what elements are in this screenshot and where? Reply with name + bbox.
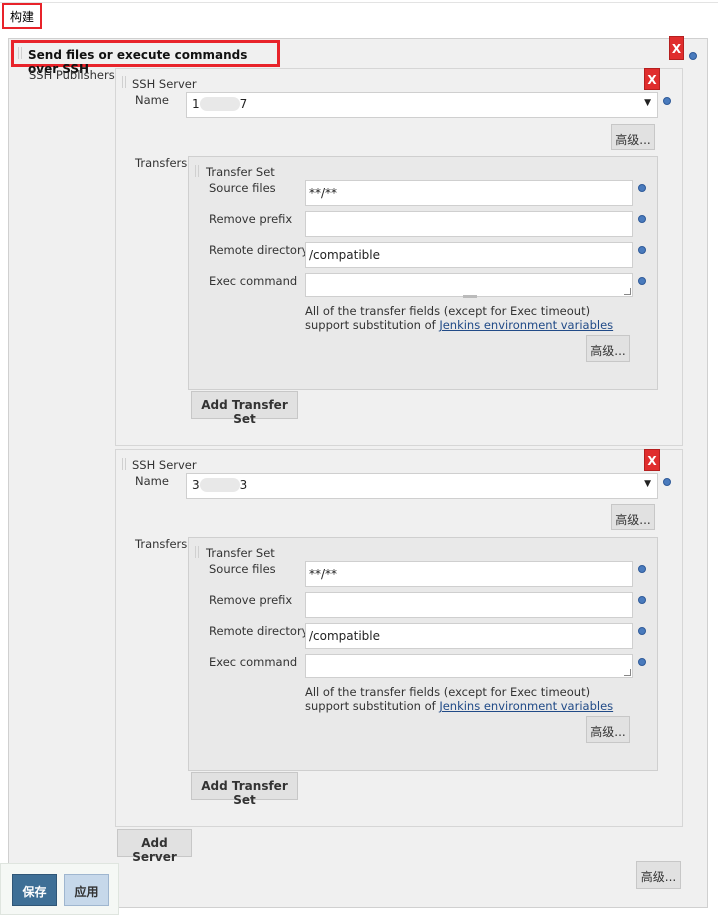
source-files-label: Source files: [209, 181, 276, 195]
add-transfer-set-button[interactable]: Add Transfer Set: [191, 772, 298, 807]
env-vars-hint: All of the transfer fields (except for E…: [305, 685, 635, 713]
ssh-publishers-label: SSH Publishers: [29, 68, 115, 82]
builder-title: Send files or execute commands over SSH: [11, 40, 280, 76]
server-name-value-prefix: 1: [192, 97, 200, 111]
server-name-label: Name: [135, 93, 169, 107]
server-name-value-suffix: 3: [239, 478, 248, 492]
drag-handle-icon[interactable]: [122, 76, 126, 88]
apply-button[interactable]: 应用: [64, 874, 109, 906]
exec-command-textarea[interactable]: [305, 654, 633, 678]
ssh-server-header: SSH Server: [132, 458, 197, 472]
remove-prefix-label: Remove prefix: [209, 593, 293, 607]
transfer-advanced-button[interactable]: 高级...: [586, 335, 630, 362]
env-vars-link[interactable]: Jenkins environment variables: [439, 318, 613, 332]
server-name-value-prefix: 3: [192, 478, 200, 492]
top-divider: [0, 2, 718, 3]
delete-server-button[interactable]: X: [644, 68, 660, 90]
section-title: 构建: [2, 3, 43, 29]
help-icon[interactable]: [638, 627, 646, 635]
redacted-text: [199, 97, 240, 111]
transfer-advanced-button[interactable]: 高级...: [586, 716, 630, 743]
help-icon[interactable]: [638, 596, 646, 604]
drag-handle-icon[interactable]: [195, 165, 199, 177]
remote-directory-label: Remote directory: [209, 624, 309, 638]
server-advanced-button[interactable]: 高级...: [611, 504, 655, 530]
builder-advanced-button[interactable]: 高级...: [636, 861, 681, 889]
env-vars-link[interactable]: Jenkins environment variables: [439, 699, 613, 713]
help-icon[interactable]: [663, 478, 671, 486]
server-name-label: Name: [135, 474, 169, 488]
drag-handle-icon[interactable]: [195, 546, 199, 558]
source-files-input[interactable]: **/**: [305, 180, 633, 206]
server-name-select[interactable]: 3 3 ▼: [186, 473, 658, 499]
source-files-label: Source files: [209, 562, 276, 576]
dropdown-arrow-icon: ▼: [644, 98, 651, 108]
exec-command-textarea[interactable]: [305, 273, 633, 298]
remote-directory-label: Remote directory: [209, 243, 309, 257]
delete-builder-button[interactable]: X: [669, 36, 684, 60]
save-button[interactable]: 保存: [12, 874, 57, 906]
help-icon[interactable]: [638, 246, 646, 254]
transfer-set-header: Transfer Set: [206, 546, 275, 560]
help-icon[interactable]: [689, 52, 697, 60]
server-name-value-suffix: 7: [239, 97, 248, 111]
transfers-label: Transfers: [135, 537, 188, 551]
add-server-button[interactable]: Add Server: [117, 829, 192, 864]
help-icon[interactable]: [638, 565, 646, 573]
help-icon[interactable]: [638, 277, 646, 285]
resize-handle[interactable]: [463, 295, 477, 298]
drag-handle-icon[interactable]: [18, 47, 22, 59]
ssh-server-header: SSH Server: [132, 77, 197, 91]
drag-handle-icon[interactable]: [122, 458, 126, 470]
help-icon[interactable]: [638, 215, 646, 223]
transfer-set-header: Transfer Set: [206, 165, 275, 179]
dropdown-arrow-icon: ▼: [644, 479, 651, 489]
remove-prefix-input[interactable]: [305, 592, 633, 618]
exec-command-label: Exec command: [209, 274, 298, 288]
env-vars-hint: All of the transfer fields (except for E…: [305, 304, 635, 332]
help-icon[interactable]: [663, 97, 671, 105]
remote-directory-input[interactable]: /compatible: [305, 242, 633, 268]
help-icon[interactable]: [638, 658, 646, 666]
remove-prefix-label: Remove prefix: [209, 212, 293, 226]
remove-prefix-input[interactable]: [305, 211, 633, 237]
transfers-label: Transfers: [135, 156, 188, 170]
redacted-text: [199, 478, 240, 492]
delete-server-button[interactable]: X: [644, 449, 660, 471]
resize-grip-icon[interactable]: [624, 669, 631, 676]
resize-grip-icon[interactable]: [624, 288, 631, 295]
server-advanced-button[interactable]: 高级...: [611, 124, 655, 150]
remote-directory-input[interactable]: /compatible: [305, 623, 633, 649]
server-name-select[interactable]: 1 7 ▼: [186, 92, 658, 118]
source-files-input[interactable]: **/**: [305, 561, 633, 587]
help-icon[interactable]: [638, 184, 646, 192]
exec-command-label: Exec command: [209, 655, 298, 669]
add-transfer-set-button[interactable]: Add Transfer Set: [191, 391, 298, 426]
